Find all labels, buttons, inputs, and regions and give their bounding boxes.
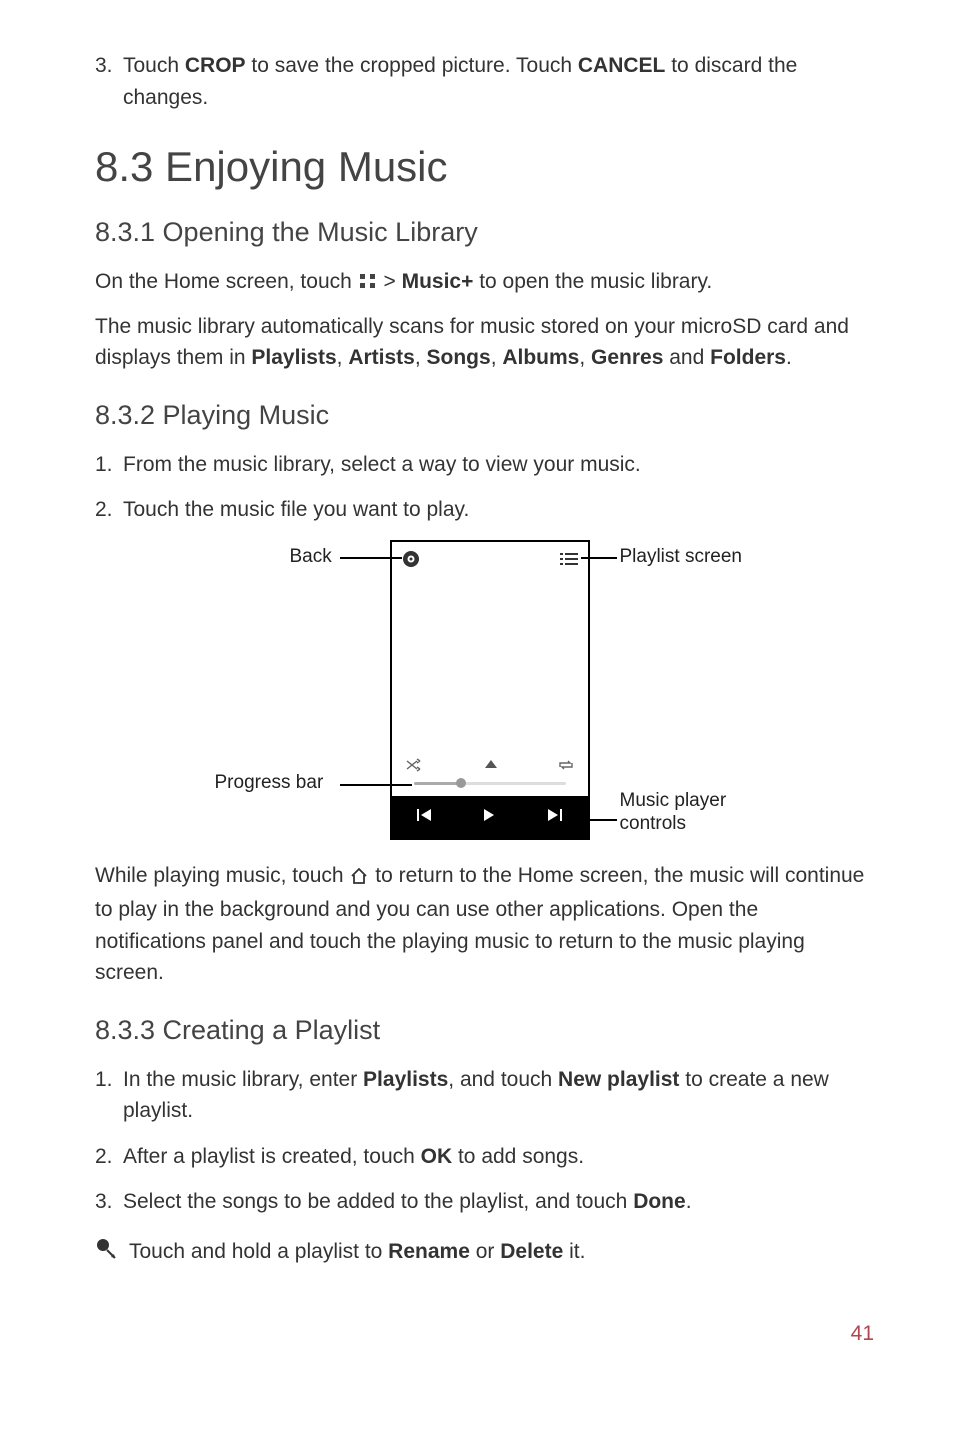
paragraph: The music library automatically scans fo… bbox=[95, 311, 874, 374]
txt: Select the songs to be added to the play… bbox=[123, 1190, 633, 1213]
bold: Music+ bbox=[402, 270, 474, 293]
previous-icon bbox=[417, 809, 433, 824]
bold: Songs bbox=[427, 346, 491, 369]
heading-8-3-1: 8.3.1 Opening the Music Library bbox=[95, 217, 874, 248]
step-number: 1. bbox=[95, 449, 123, 481]
step-number: 2. bbox=[95, 494, 123, 526]
connector-line bbox=[575, 819, 617, 821]
tip-icon bbox=[95, 1236, 129, 1268]
bold: New playlist bbox=[558, 1068, 679, 1091]
shuffle-icon bbox=[406, 758, 422, 775]
album-art-area bbox=[392, 576, 588, 754]
bold: Delete bbox=[500, 1240, 563, 1263]
txt: In the music library, enter bbox=[123, 1068, 363, 1091]
bold: Playlists bbox=[251, 346, 336, 369]
label-controls: controls bbox=[620, 813, 687, 835]
play-icon bbox=[483, 809, 495, 824]
step-number: 2. bbox=[95, 1141, 123, 1173]
paragraph: While playing music, touch to return to … bbox=[95, 860, 874, 989]
connector-line bbox=[340, 557, 402, 559]
step-2: 2. Touch the music file you want to play… bbox=[95, 494, 874, 526]
player-controls bbox=[392, 796, 588, 838]
txt: , bbox=[415, 346, 427, 369]
document-page: 3. Touch CROP to save the cropped pictur… bbox=[0, 0, 954, 1376]
label-music-player: Music player bbox=[620, 790, 727, 812]
repeat-icon bbox=[558, 758, 574, 775]
bold: Genres bbox=[591, 346, 663, 369]
txt: . bbox=[686, 1190, 692, 1213]
step-number: 3. bbox=[95, 50, 123, 113]
bold: Artists bbox=[348, 346, 415, 369]
bold: Rename bbox=[388, 1240, 470, 1263]
heading-8-3-3: 8.3.3 Creating a Playlist bbox=[95, 1015, 874, 1046]
txt: Touch bbox=[123, 54, 185, 77]
txt: , and touch bbox=[448, 1068, 558, 1091]
paragraph: On the Home screen, touch > Music+ to op… bbox=[95, 266, 874, 301]
step-2: 2. After a playlist is created, touch OK… bbox=[95, 1141, 874, 1173]
step-3-crop: 3. Touch CROP to save the cropped pictur… bbox=[95, 50, 874, 113]
txt: While playing music, touch bbox=[95, 864, 349, 887]
txt: to save the cropped picture. Touch bbox=[246, 54, 578, 77]
bold: Folders bbox=[710, 346, 786, 369]
playlist-list-icon bbox=[560, 552, 578, 571]
txt: , bbox=[579, 346, 591, 369]
step-number: 3. bbox=[95, 1186, 123, 1218]
connector-line bbox=[581, 557, 617, 559]
step-text: Touch the music file you want to play. bbox=[123, 494, 874, 526]
txt: . bbox=[786, 346, 792, 369]
step-3: 3. Select the songs to be added to the p… bbox=[95, 1186, 874, 1218]
txt: and bbox=[663, 346, 710, 369]
back-disc-icon bbox=[402, 550, 420, 573]
bold: Albums bbox=[502, 346, 579, 369]
txt: to add songs. bbox=[452, 1145, 584, 1168]
bold: CANCEL bbox=[578, 54, 666, 77]
step-1: 1. From the music library, select a way … bbox=[95, 449, 874, 481]
txt: , bbox=[337, 346, 349, 369]
phone-outline bbox=[390, 540, 590, 840]
progress-thumb bbox=[456, 778, 466, 788]
heading-8-3: 8.3 Enjoying Music bbox=[95, 143, 874, 191]
bold: OK bbox=[421, 1145, 453, 1168]
txt: After a playlist is created, touch bbox=[123, 1145, 421, 1168]
step-1: 1. In the music library, enter Playlists… bbox=[95, 1064, 874, 1127]
progress-row bbox=[392, 756, 588, 796]
bold: Done bbox=[633, 1190, 686, 1213]
progress-track bbox=[414, 782, 566, 785]
apps-grid-icon bbox=[358, 269, 378, 301]
txt: or bbox=[470, 1240, 500, 1263]
step-text: In the music library, enter Playlists, a… bbox=[123, 1064, 874, 1127]
tip-note: Touch and hold a playlist to Rename or D… bbox=[95, 1236, 874, 1268]
txt: it. bbox=[563, 1240, 585, 1263]
music-player-diagram: Back Playlist screen Progress bar Music … bbox=[185, 540, 785, 850]
next-icon bbox=[546, 809, 562, 824]
txt: > bbox=[383, 270, 401, 293]
step-text: Touch CROP to save the cropped picture. … bbox=[123, 50, 874, 113]
txt: , bbox=[491, 346, 503, 369]
triangle-up-icon bbox=[485, 760, 497, 768]
bold: CROP bbox=[185, 54, 246, 77]
home-icon bbox=[349, 863, 369, 895]
txt: to open the music library. bbox=[473, 270, 712, 293]
txt: Touch and hold a playlist to bbox=[129, 1240, 388, 1263]
connector-line bbox=[340, 784, 412, 786]
txt: On the Home screen, touch bbox=[95, 270, 358, 293]
label-progress-bar: Progress bar bbox=[215, 772, 324, 794]
step-text: After a playlist is created, touch OK to… bbox=[123, 1141, 874, 1173]
tip-text: Touch and hold a playlist to Rename or D… bbox=[129, 1236, 874, 1268]
label-back: Back bbox=[290, 546, 332, 568]
heading-8-3-2: 8.3.2 Playing Music bbox=[95, 400, 874, 431]
player-topbar bbox=[392, 542, 588, 576]
step-text: Select the songs to be added to the play… bbox=[123, 1186, 874, 1218]
bold: Playlists bbox=[363, 1068, 448, 1091]
label-playlist-screen: Playlist screen bbox=[620, 546, 743, 568]
step-number: 1. bbox=[95, 1064, 123, 1127]
page-number: 41 bbox=[95, 1322, 874, 1346]
step-text: From the music library, select a way to … bbox=[123, 449, 874, 481]
